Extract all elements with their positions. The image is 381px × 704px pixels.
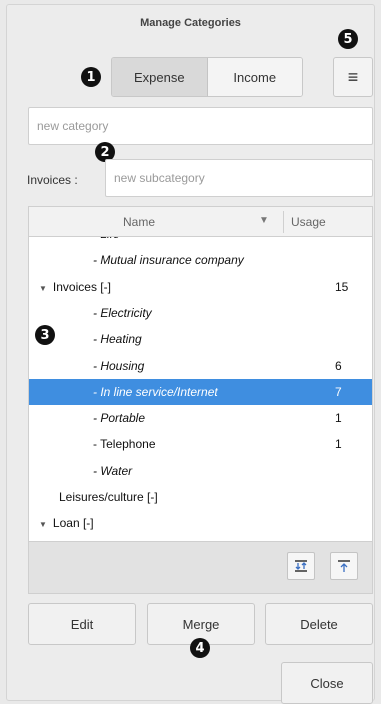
tree-row-text: - Housing bbox=[93, 358, 145, 373]
tree-row-text: - Telephone bbox=[93, 437, 156, 452]
tree-row[interactable]: - Water bbox=[29, 458, 372, 484]
tree-row-label: - Housing bbox=[93, 359, 144, 373]
tree-row-text: - In line service/Internet bbox=[93, 384, 218, 399]
tree-row-usage: 1 bbox=[335, 437, 342, 452]
tree-row-usage: 15 bbox=[335, 279, 349, 294]
tree-row-text: - Water bbox=[93, 463, 133, 478]
tree-row-label: Leisures/culture [-] bbox=[59, 490, 158, 504]
sort-desc-icon[interactable]: ▼ bbox=[259, 215, 269, 226]
tree-row-text: Invoices [-] bbox=[52, 279, 111, 294]
hamburger-menu-icon: ≡ bbox=[347, 66, 359, 87]
new-category-input[interactable] bbox=[28, 107, 373, 145]
tree-row-text: - Portable bbox=[93, 411, 146, 426]
tree-row-text: - Electricity bbox=[93, 305, 152, 320]
callout-badge-3: 3 bbox=[35, 325, 55, 345]
tree-row[interactable]: ▼ Loan [-] bbox=[29, 510, 372, 536]
tree-row-usage: 7 bbox=[335, 384, 342, 399]
expander-icon[interactable]: ▼ bbox=[39, 520, 47, 529]
callout-badge-1: 1 bbox=[81, 67, 101, 87]
tree-row-text: - Heating bbox=[93, 332, 142, 347]
edit-button[interactable]: Edit bbox=[28, 603, 136, 645]
tree-row[interactable]: - Electricity bbox=[29, 300, 372, 326]
callout-badge-5: 5 bbox=[338, 29, 358, 49]
tree-row-usage: 6 bbox=[335, 358, 342, 373]
callout-badge-4: 4 bbox=[190, 638, 210, 658]
income-tab[interactable]: Income bbox=[207, 58, 302, 96]
tree-row[interactable]: - Portable 1 bbox=[29, 405, 372, 431]
tree-row-usage: 1 bbox=[335, 411, 342, 426]
tree-row-label: - Mutual insurance company bbox=[93, 253, 244, 267]
new-subcategory-input[interactable] bbox=[105, 159, 373, 197]
expand-all-button[interactable] bbox=[287, 552, 315, 580]
tree-row-label: ▼ Invoices [-] bbox=[39, 280, 111, 294]
close-button[interactable]: Close bbox=[281, 662, 373, 704]
menu-button[interactable]: ≡ bbox=[333, 57, 373, 97]
tree-row[interactable]: - In line service/Internet 7 bbox=[29, 378, 372, 405]
tree-row-label: - Portable bbox=[93, 411, 145, 425]
collapse-all-button[interactable] bbox=[330, 552, 358, 580]
tree-row-text: Leisures/culture [-] bbox=[59, 490, 158, 504]
tree-row-text: - Mutual insurance company bbox=[93, 253, 244, 268]
column-header-usage[interactable]: Usage bbox=[291, 215, 326, 229]
tree-row-label: - In line service/Internet bbox=[93, 385, 218, 399]
category-tree: Name ▼ Usage - Life- Mutual insurance co… bbox=[28, 206, 373, 542]
column-divider bbox=[283, 211, 284, 233]
collapse-all-icon bbox=[338, 560, 350, 572]
column-header-name[interactable]: Name bbox=[123, 215, 155, 229]
tree-row-label: - Heating bbox=[93, 332, 142, 346]
tree-row[interactable]: - Heating bbox=[29, 326, 372, 352]
tree-toolbar bbox=[28, 542, 373, 594]
tree-header: Name ▼ Usage bbox=[29, 207, 372, 237]
tree-row-label: - Electricity bbox=[93, 306, 152, 320]
manage-categories-dialog: Manage Categories 1 Expense Income 5 ≡ 2… bbox=[6, 4, 375, 704]
expense-tab[interactable]: Expense bbox=[112, 58, 208, 96]
tree-row-label: - Telephone bbox=[93, 437, 156, 451]
delete-button[interactable]: Delete bbox=[265, 603, 373, 645]
expander-icon[interactable]: ▼ bbox=[39, 284, 47, 293]
tree-row-text: Loan [-] bbox=[52, 516, 94, 531]
subcategory-parent-label: Invoices : bbox=[27, 173, 78, 187]
tree-row-label: - Water bbox=[93, 464, 132, 478]
dialog-title: Manage Categories bbox=[140, 17, 241, 29]
expense-income-toggle: Expense Income bbox=[111, 57, 303, 97]
expand-all-icon bbox=[295, 560, 307, 572]
tree-row[interactable]: - Housing 6 bbox=[29, 353, 372, 379]
tree-row[interactable]: Leisures/culture [-] bbox=[29, 484, 372, 510]
tree-row[interactable]: - Mutual insurance company bbox=[29, 247, 372, 273]
tree-row-label: ▼ Loan [-] bbox=[39, 516, 94, 530]
tree-row[interactable]: ▼ Invoices [-] 15 bbox=[29, 274, 372, 300]
tree-row[interactable]: - Telephone 1 bbox=[29, 431, 372, 457]
